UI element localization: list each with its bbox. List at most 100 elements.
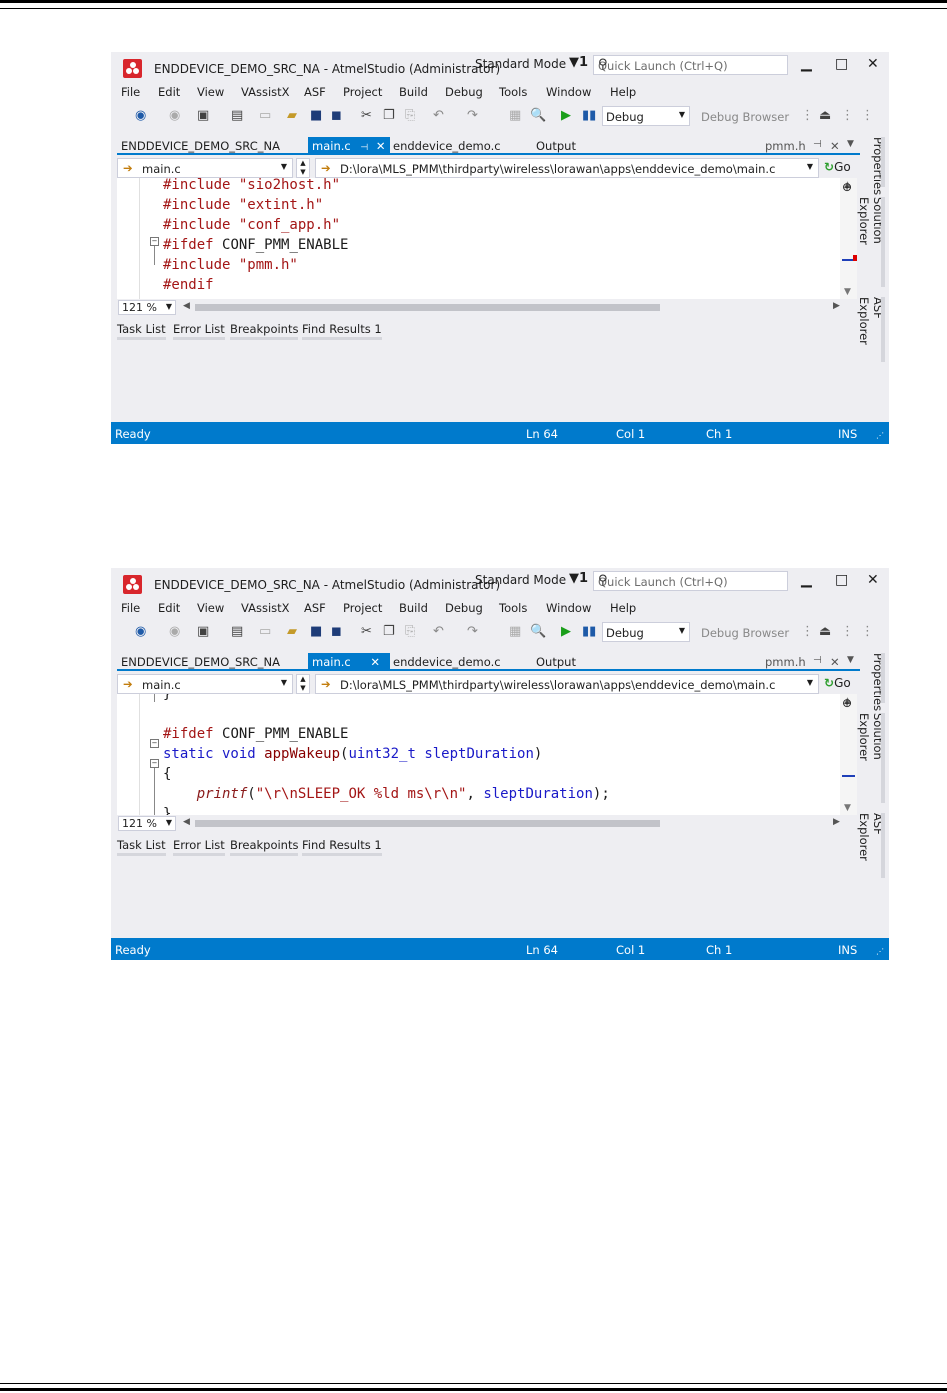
tab-asf-explorer[interactable]: ASF Explorer bbox=[857, 813, 885, 878]
horizontal-scrollbar[interactable]: 121 % ▼ ◀ ▶ bbox=[117, 815, 857, 832]
add-item-icon[interactable]: ▤ bbox=[231, 624, 243, 639]
tab-breakpoints[interactable]: Breakpoints bbox=[230, 838, 299, 856]
close-icon[interactable]: ✕ bbox=[830, 653, 840, 670]
tab-dropdown-icon[interactable]: ▼ bbox=[847, 653, 854, 670]
menu-tools[interactable]: Tools bbox=[499, 85, 527, 99]
split-spinner[interactable]: ▲ ▼ bbox=[296, 674, 310, 694]
start-without-debug-icon[interactable]: ▮▮ bbox=[582, 108, 596, 123]
start-without-debug-icon[interactable]: ▮▮ bbox=[582, 624, 596, 639]
tab-pmm-h[interactable]: pmm.h bbox=[765, 137, 806, 154]
tab-solution-explorer[interactable]: Solution Explorer bbox=[857, 713, 885, 803]
tab-pmm-h[interactable]: pmm.h bbox=[765, 653, 806, 670]
split-editor-icon[interactable]: ⊕ bbox=[842, 696, 852, 710]
close-button[interactable]: ✕ bbox=[867, 56, 879, 72]
file-scope-select[interactable]: ➔ main.c ▼ bbox=[117, 674, 293, 694]
vertical-scrollbar[interactable]: ▲ ⊕ ▼ bbox=[840, 694, 857, 815]
menu-help[interactable]: Help bbox=[610, 85, 636, 99]
debug-browser-button[interactable]: Debug Browser bbox=[701, 626, 789, 640]
new-project-icon[interactable]: ▣ bbox=[197, 624, 209, 639]
configuration-select[interactable]: Debug ▼ bbox=[602, 106, 690, 126]
open-folder-icon[interactable]: ▰ bbox=[287, 108, 297, 123]
zoom-select[interactable]: 121 % ▼ bbox=[118, 300, 176, 315]
copy-icon[interactable]: ❐ bbox=[383, 624, 395, 639]
file-scope-select[interactable]: ➔ main.c ▼ bbox=[117, 158, 293, 178]
notification-flag-icon[interactable]: ▼1 bbox=[569, 55, 588, 70]
tab-properties[interactable]: Properties bbox=[863, 137, 885, 195]
tab-task-list[interactable]: Task List bbox=[117, 838, 166, 856]
tab-close-icon[interactable]: ✕ bbox=[370, 655, 380, 669]
tab-asf-explorer[interactable]: ASF Explorer bbox=[857, 297, 885, 362]
device-programming-icon[interactable]: ⏏ bbox=[819, 108, 831, 123]
open-folder-icon[interactable]: ▰ bbox=[287, 624, 297, 639]
menu-debug[interactable]: Debug bbox=[445, 601, 483, 615]
scroll-down-icon[interactable]: ▼ bbox=[844, 287, 851, 297]
vertical-scrollbar[interactable]: ▲ ⊕ ▼ bbox=[840, 178, 857, 299]
menu-build[interactable]: Build bbox=[399, 601, 428, 615]
menu-debug[interactable]: Debug bbox=[445, 85, 483, 99]
code-editor[interactable]: − − − }#ifdef CONF_PMM_ENABLEstatic void… bbox=[117, 694, 857, 815]
toolbar-customize-icon[interactable]: ⋮ bbox=[861, 108, 874, 123]
paste-icon[interactable]: ⎘ bbox=[405, 624, 415, 639]
tab-enddevice-demo-c[interactable]: enddevice_demo.c bbox=[393, 137, 501, 154]
menu-edit[interactable]: Edit bbox=[158, 601, 180, 615]
file-path-select[interactable]: ➔ D:\lora\MLS_PMM\thirdparty\wireless\lor… bbox=[315, 674, 819, 694]
tab-main-c[interactable]: main.c ⊣ ✕ bbox=[308, 137, 390, 154]
scroll-right-icon[interactable]: ▶ bbox=[833, 817, 840, 827]
horizontal-scrollbar[interactable]: 121 % ▼ ◀ ▶ bbox=[117, 299, 857, 316]
toolbar-customize-icon[interactable]: ⋮ bbox=[861, 624, 874, 639]
menu-window[interactable]: Window bbox=[546, 601, 591, 615]
paste-icon[interactable]: ⎘ bbox=[405, 108, 415, 123]
tab-solution[interactable]: ENDDEVICE_DEMO_SRC_NA bbox=[121, 137, 280, 154]
menu-asf[interactable]: ASF bbox=[304, 85, 326, 99]
scroll-left-icon[interactable]: ◀ bbox=[183, 301, 190, 311]
cut-icon[interactable]: ✂ bbox=[361, 624, 372, 639]
tab-close-icon[interactable]: ✕ bbox=[376, 139, 386, 153]
maximize-button[interactable]: □ bbox=[835, 56, 848, 72]
horizontal-scroll-thumb[interactable] bbox=[195, 304, 660, 311]
menu-edit[interactable]: Edit bbox=[158, 85, 180, 99]
copy-icon[interactable]: ❐ bbox=[383, 108, 395, 123]
code-editor[interactable]: − #include "sio2host.h" #include "extint.… bbox=[117, 178, 857, 299]
menu-project[interactable]: Project bbox=[343, 601, 382, 615]
solution-config-icon[interactable]: ▦ bbox=[509, 624, 521, 639]
tab-dropdown-icon[interactable]: ▼ bbox=[847, 137, 854, 154]
undo-icon[interactable]: ↶ bbox=[433, 108, 444, 123]
tab-properties[interactable]: Properties bbox=[863, 653, 885, 711]
menu-file[interactable]: File bbox=[121, 85, 140, 99]
toolbar-overflow-icon[interactable]: ⋮ bbox=[841, 108, 854, 123]
mode-label[interactable]: Standard Mode bbox=[475, 57, 566, 71]
menu-help[interactable]: Help bbox=[610, 601, 636, 615]
go-button[interactable]: ↻Go bbox=[824, 676, 851, 690]
pin-icon[interactable]: ⊣ bbox=[813, 653, 822, 670]
menu-view[interactable]: View bbox=[197, 85, 224, 99]
menu-build[interactable]: Build bbox=[399, 85, 428, 99]
scroll-down-icon[interactable]: ▼ bbox=[844, 803, 851, 813]
find-icon[interactable]: 🔍 bbox=[530, 624, 546, 639]
new-project-icon[interactable]: ▣ bbox=[197, 108, 209, 123]
menu-vassistx[interactable]: VAssistX bbox=[241, 85, 290, 99]
tab-task-list[interactable]: Task List bbox=[117, 322, 166, 340]
fold-toggle-icon[interactable]: − bbox=[150, 237, 159, 246]
new-file-icon[interactable]: ▭ bbox=[259, 108, 271, 123]
split-spinner[interactable]: ▲ ▼ bbox=[296, 158, 310, 178]
resize-grip-icon[interactable]: ⋰ bbox=[876, 947, 884, 956]
configuration-select[interactable]: Debug ▼ bbox=[602, 622, 690, 642]
save-all-icon[interactable]: ◼ bbox=[331, 624, 342, 639]
forward-icon[interactable]: ◉ bbox=[169, 108, 180, 123]
split-editor-icon[interactable]: ⊕ bbox=[842, 180, 852, 194]
start-debug-icon[interactable]: ▶ bbox=[561, 624, 571, 639]
pin-icon[interactable]: ⊣ bbox=[360, 143, 368, 153]
minimize-button[interactable]: ▁ bbox=[801, 572, 812, 588]
scroll-right-icon[interactable]: ▶ bbox=[833, 301, 840, 311]
mode-label[interactable]: Standard Mode bbox=[475, 573, 566, 587]
maximize-button[interactable]: □ bbox=[835, 572, 848, 588]
save-icon[interactable]: ■ bbox=[310, 624, 322, 639]
menu-project[interactable]: Project bbox=[343, 85, 382, 99]
save-icon[interactable]: ■ bbox=[310, 108, 322, 123]
menu-tools[interactable]: Tools bbox=[499, 601, 527, 615]
tab-error-list[interactable]: Error List bbox=[173, 322, 225, 340]
cut-icon[interactable]: ✂ bbox=[361, 108, 372, 123]
quick-launch-input[interactable]: Quick Launch (Ctrl+Q) ⚲ bbox=[593, 55, 788, 75]
close-icon[interactable]: ✕ bbox=[830, 137, 840, 154]
close-button[interactable]: ✕ bbox=[867, 572, 879, 588]
